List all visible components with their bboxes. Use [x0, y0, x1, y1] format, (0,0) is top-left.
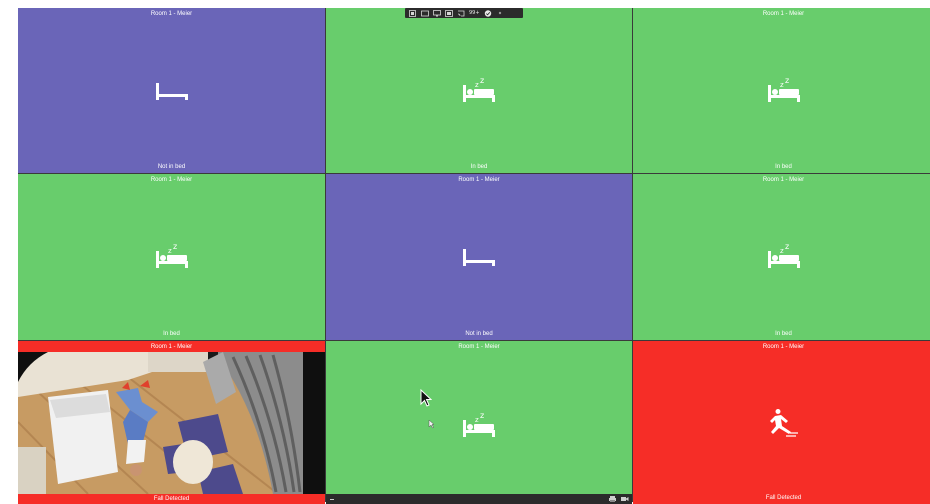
empty-bed-icon: [461, 242, 497, 272]
room-monitor-grid: Room 1 - Meier Not in bed Room 1 - Meier…: [18, 8, 930, 504]
room-title: Room 1 - Meier: [150, 177, 193, 183]
room-tile[interactable]: Room 1 - Meier Fall Detected: [633, 341, 930, 504]
room-title: Room 1 - Meier: [762, 344, 805, 350]
frame-icon[interactable]: [421, 10, 429, 17]
menu-icon[interactable]: [329, 495, 338, 503]
room-title: Room 1 - Meier: [458, 177, 500, 183]
bed-status: In bed: [470, 164, 488, 170]
svg-text:z: z: [475, 416, 479, 424]
room-title: Room 1 - Meier: [150, 11, 193, 17]
room-title: Room 1 - Meier: [762, 177, 805, 183]
sleeping-in-bed-icon: zz: [461, 411, 497, 441]
display-icon[interactable]: [445, 9, 453, 17]
room-tile[interactable]: Room 1 - Meier zz In bed: [326, 8, 632, 173]
cast-icon[interactable]: [457, 10, 465, 17]
sleeping-in-bed-icon: zz: [766, 76, 802, 106]
fisheye-camera-view[interactable]: [18, 352, 325, 495]
camera-tile-header: Room 1 - Meier: [18, 341, 325, 352]
camera-tile[interactable]: Room 1 - Meier Fall Detected: [18, 341, 325, 504]
svg-text:z: z: [785, 242, 789, 251]
room-tile[interactable]: Room 1 - Meier Not in bed: [326, 174, 632, 340]
check-icon[interactable]: [484, 9, 492, 17]
bed-status: Not in bed: [465, 331, 493, 337]
room-tile[interactable]: Room 1 - Meier zz In bed: [633, 8, 930, 173]
room-title: Room 1 - Meier: [458, 344, 500, 350]
person-falling-icon: [766, 408, 802, 438]
svg-text:z: z: [780, 81, 784, 89]
camera-switch-icon[interactable]: [409, 9, 417, 17]
empty-bed-icon: [154, 76, 190, 106]
sleeping-in-bed-icon: zz: [154, 242, 190, 272]
sleeping-in-bed-icon: zz: [461, 76, 497, 106]
close-icon[interactable]: [496, 10, 504, 17]
alert-status: Fall Detected: [765, 495, 802, 501]
remote-toolbar: 99+: [405, 8, 523, 18]
monitor-icon[interactable]: [433, 9, 441, 17]
video-camera-icon[interactable]: [620, 495, 629, 503]
svg-text:z: z: [780, 247, 784, 255]
svg-text:z: z: [785, 76, 789, 85]
bed-status: In bed: [775, 164, 792, 170]
svg-text:z: z: [480, 76, 484, 85]
room-tile[interactable]: Room 1 - Meier Not in bed: [18, 8, 325, 173]
room-tile[interactable]: Room 1 - Meier zz In bed: [18, 174, 325, 340]
svg-text:z: z: [475, 81, 479, 89]
alert-status: Fall Detected: [153, 496, 190, 502]
notification-badge[interactable]: 99+: [469, 10, 480, 17]
room-title: Room 1 - Meier: [762, 11, 805, 17]
sleeping-in-bed-icon: zz: [766, 242, 802, 272]
printer-icon[interactable]: [608, 495, 617, 503]
svg-text:z: z: [173, 242, 177, 251]
mouse-cursor-icon: [420, 389, 432, 407]
bed-status: Not in bed: [157, 164, 186, 170]
bed-status: In bed: [775, 331, 792, 337]
svg-text:z: z: [480, 411, 484, 420]
svg-text:z: z: [168, 247, 172, 255]
small-cursor-icon: [428, 419, 435, 429]
bed-status: In bed: [163, 331, 180, 337]
room-title: Room 1 - Meier: [150, 344, 193, 350]
room-tile[interactable]: Room 1 - Meier zz: [326, 341, 632, 504]
room-tile[interactable]: Room 1 - Meier zz In bed: [633, 174, 930, 340]
